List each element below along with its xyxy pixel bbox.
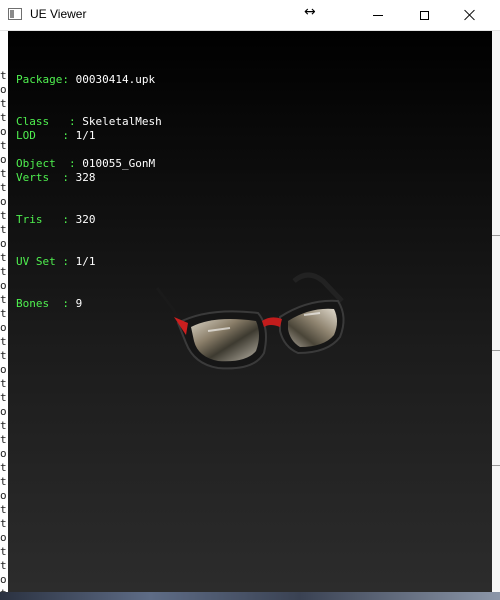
left-temple-arm: [155, 287, 182, 322]
resize-cursor-icon: ↔: [304, 4, 316, 20]
minimize-button[interactable]: [355, 0, 401, 30]
taskbar-strip: [0, 592, 500, 600]
3d-viewport[interactable]: Package: 00030414.upk Class : SkeletalMe…: [8, 31, 492, 592]
right-temple-arm: [292, 272, 344, 303]
title-bar[interactable]: UE Viewer ↔: [0, 0, 500, 31]
minimize-icon: [373, 14, 383, 16]
maximize-icon: [419, 10, 429, 20]
close-icon: [464, 9, 476, 21]
maximize-button[interactable]: [401, 0, 447, 30]
close-button[interactable]: [447, 0, 492, 30]
ue-viewer-window: UE Viewer ↔ Package: 00030414.upk Class …: [0, 0, 500, 600]
app-window-icon: [8, 8, 22, 20]
window-title: UE Viewer: [30, 7, 87, 21]
sunglasses-mesh: [155, 272, 345, 370]
bridge-red-accent: [262, 317, 282, 327]
